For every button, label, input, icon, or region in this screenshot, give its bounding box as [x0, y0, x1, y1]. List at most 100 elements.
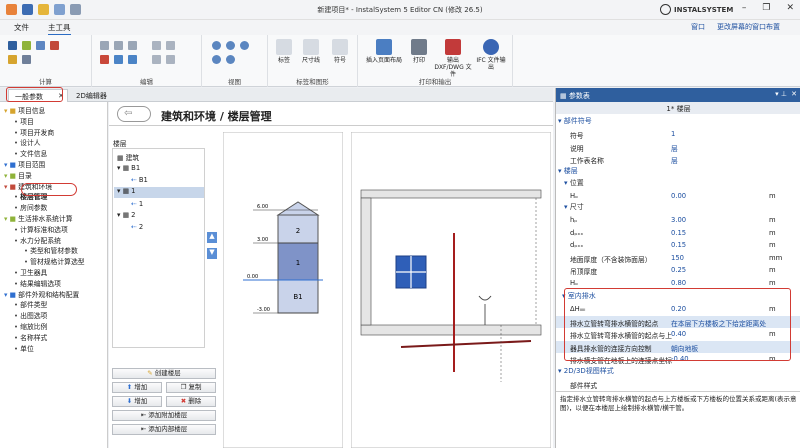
property-row[interactable]: 说明 层: [556, 141, 800, 153]
collapse-icon[interactable]: ▾ ▦: [117, 211, 131, 219]
add-attached-floor-button[interactable]: ⇤ 添加附加楼层: [112, 410, 216, 421]
property-value[interactable]: 0.15: [671, 229, 686, 237]
floor-item-1[interactable]: ▾ ▦ 1: [114, 187, 204, 198]
tree-item[interactable]: • 单位: [14, 343, 34, 353]
tree-item[interactable]: • 设计人: [14, 137, 41, 147]
zoom-window-icon[interactable]: [212, 55, 221, 64]
tree-item[interactable]: ▾ ■ 项目范围: [4, 159, 45, 169]
tree-expand-icon[interactable]: ▾ ■: [4, 183, 18, 191]
calc-options-icon[interactable]: [8, 55, 17, 64]
tree-item[interactable]: • 项目开发商: [14, 127, 54, 137]
floor-item-b1[interactable]: ▾ ▦ B1: [117, 164, 140, 172]
tree-item[interactable]: • 结果编辑选项: [14, 278, 61, 288]
floor-level-b1[interactable]: ⇠ B1: [131, 176, 148, 184]
restore-icon[interactable]: ❐: [762, 3, 770, 13]
tree-item[interactable]: • 管材规格计算选型: [24, 256, 85, 266]
tree-item[interactable]: • 卫生器具: [14, 267, 47, 277]
tree-item[interactable]: • 计算标准和选项: [14, 224, 68, 234]
panel-pin-icon[interactable]: ▾ ⊥: [775, 90, 787, 98]
back-forward-nav[interactable]: ⇦: [117, 106, 151, 122]
property-row[interactable]: hₚ 3.00 m: [556, 214, 800, 226]
copy-icon[interactable]: [100, 41, 109, 50]
zoom-out-icon[interactable]: [226, 41, 235, 50]
menu-main-tools[interactable]: 主工具: [48, 22, 71, 36]
panel-section[interactable]: ▾ 位置: [556, 178, 800, 189]
property-value[interactable]: 0.00: [671, 192, 686, 200]
calc-layout-icon[interactable]: [36, 41, 45, 50]
property-value[interactable]: 层: [671, 143, 678, 153]
property-row[interactable]: 符号 1: [556, 128, 800, 140]
floor-item-2[interactable]: ▾ ▦ 2: [117, 211, 135, 219]
mirror-icon[interactable]: [152, 41, 161, 50]
panel-close-icon[interactable]: ✕: [791, 90, 797, 98]
pan-icon[interactable]: [226, 55, 235, 64]
add-floor-below-button[interactable]: ⬇ 增加: [112, 396, 162, 407]
property-row[interactable]: 工作表名称 层: [556, 153, 800, 165]
property-value[interactable]: 1: [671, 130, 675, 138]
array-icon[interactable]: [166, 41, 175, 50]
add-floor-button[interactable]: ⬆ 增加: [112, 382, 162, 393]
property-value[interactable]: 层: [671, 155, 678, 165]
property-value[interactable]: 3.00: [671, 216, 686, 224]
property-value[interactable]: 0.15: [671, 241, 686, 249]
create-floor-button[interactable]: ✎ 创建楼层: [112, 368, 216, 379]
calc-error-icon[interactable]: [50, 41, 59, 50]
calc-report-icon[interactable]: [22, 55, 31, 64]
copy-floor-button[interactable]: ❐ 复制: [166, 382, 216, 393]
floor-item-building[interactable]: ▦ 建筑: [117, 152, 139, 162]
move-down-button[interactable]: ▼: [207, 248, 217, 259]
ifc-export-button[interactable]: IFC 文件输出: [476, 39, 506, 71]
tree-expand-icon[interactable]: ▾ ■: [4, 215, 18, 223]
property-value[interactable]: 0.80: [671, 279, 686, 287]
tree-expand-icon[interactable]: ▾ ■: [4, 161, 18, 169]
tree-item[interactable]: ▾ ■ 生活排水系统计算: [4, 213, 73, 223]
insert-page-layout-button[interactable]: 插入页面布局: [364, 39, 404, 64]
tree-item[interactable]: • 缩放比例: [14, 321, 47, 331]
move-icon[interactable]: [114, 55, 123, 64]
tree-expand-icon[interactable]: ▾ ■: [4, 107, 18, 115]
symbol-button[interactable]: 符号: [328, 39, 352, 64]
panel-section[interactable]: ▾ 尺寸: [556, 202, 800, 213]
property-row[interactable]: Hₒ 0.80 m: [556, 277, 800, 289]
paste-icon[interactable]: [114, 41, 123, 50]
tree-item[interactable]: • 房间参数: [14, 202, 47, 212]
property-row[interactable]: dₚₓₓ 0.15 m: [556, 227, 800, 239]
align-icon[interactable]: [152, 55, 161, 64]
property-row[interactable]: Hₒ 0.00 m: [556, 190, 800, 202]
layout-hint-link[interactable]: 更改屏幕的窗口布置: [717, 22, 780, 32]
tree-item[interactable]: • 出图选项: [14, 310, 47, 320]
calc-icon[interactable]: [8, 41, 17, 50]
zoom-in-icon[interactable]: [212, 41, 221, 50]
tree-item[interactable]: ▾ ■ 项目信息: [4, 105, 45, 115]
cut-icon[interactable]: [100, 55, 109, 64]
dimension-button[interactable]: 尺寸线: [298, 39, 324, 64]
label-button[interactable]: 标签: [272, 39, 296, 64]
tree-item[interactable]: • 部件类型: [14, 299, 47, 309]
rotate-icon[interactable]: [128, 55, 137, 64]
text-icon[interactable]: [166, 55, 175, 64]
zoom-fit-icon[interactable]: [240, 41, 249, 50]
floor-level-1[interactable]: ⇠ 1: [131, 200, 143, 208]
menu-file[interactable]: 文件: [14, 22, 29, 33]
delete-floor-button[interactable]: ✖ 删除: [166, 396, 216, 407]
panel-section[interactable]: ▾ 部件符号: [556, 116, 800, 127]
tab-2d-editor[interactable]: 2D编辑器: [70, 89, 120, 102]
close-icon[interactable]: ✕: [786, 3, 794, 13]
property-value[interactable]: 0.25: [671, 266, 686, 274]
collapse-icon[interactable]: ▾ ▦: [114, 187, 131, 195]
panel-section[interactable]: ▾ 楼层: [556, 166, 800, 177]
calc-table-icon[interactable]: [22, 41, 31, 50]
tree-expand-icon[interactable]: ▾ ■: [4, 172, 18, 180]
window-menu[interactable]: 窗口: [691, 22, 705, 32]
property-row[interactable]: 部件样式: [556, 378, 800, 390]
back-arrow-icon[interactable]: ⇦: [124, 108, 132, 119]
tree-item[interactable]: ▾ ■ 目录: [4, 170, 32, 180]
property-row[interactable]: 吊顶厚度 0.25 m: [556, 264, 800, 276]
tree-item[interactable]: ▾ ■ 部件外观和结构配置: [4, 289, 79, 299]
tree-item[interactable]: • 项目: [14, 116, 34, 126]
export-dxf-button[interactable]: 输出 DXF/DWG 文件: [434, 39, 472, 78]
duplicate-icon[interactable]: [128, 41, 137, 50]
tree-expand-icon[interactable]: ▾ ■: [4, 291, 18, 299]
minimize-icon[interactable]: –: [742, 3, 747, 13]
tree-item[interactable]: • 文件信息: [14, 148, 47, 158]
